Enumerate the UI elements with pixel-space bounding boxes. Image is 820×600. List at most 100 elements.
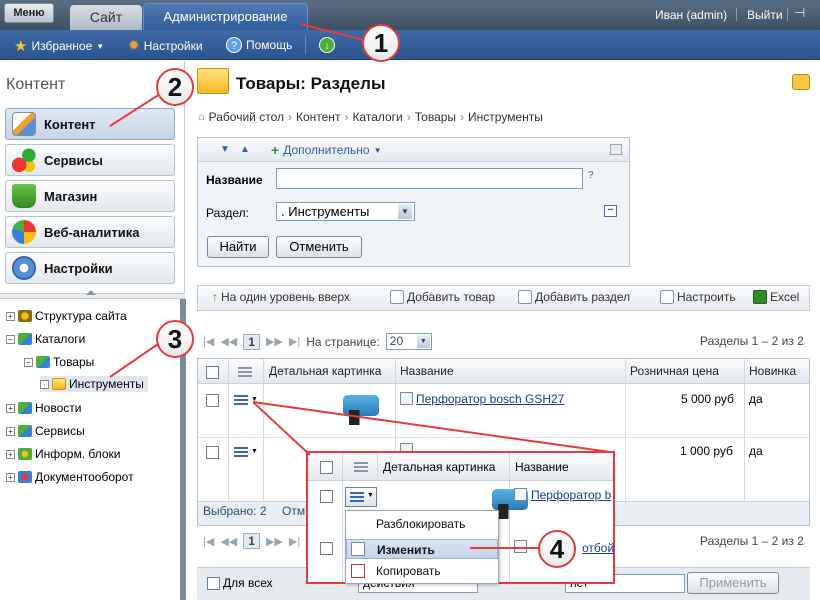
breadcrumb-item[interactable]: Контент — [296, 110, 340, 124]
tab-site[interactable]: Сайт — [70, 5, 142, 30]
next-page-icon[interactable]: ▶▶ — [266, 535, 283, 548]
tree-item[interactable]: + Документооборот — [6, 470, 134, 484]
row-checkbox[interactable] — [206, 446, 219, 459]
chevron-down-icon[interactable]: ▼ — [251, 396, 258, 403]
settings-button[interactable]: ✹ Настройки — [128, 37, 203, 54]
prev-page-icon[interactable]: ◀◀ — [220, 335, 237, 348]
prev-page-icon[interactable]: ◀◀ — [220, 535, 237, 548]
per-page-select[interactable]: 20 ▼ — [385, 333, 432, 350]
link-icon[interactable] — [792, 74, 810, 90]
last-page-icon[interactable]: ▶| — [289, 335, 300, 348]
sidebar-item-shop[interactable]: Магазин — [5, 180, 175, 212]
menu-item-label: Изменить — [377, 543, 435, 557]
section-select[interactable]: . Инструменты ▼ — [276, 202, 415, 221]
row-actions-button[interactable]: ▼ — [345, 487, 377, 507]
tree-item[interactable]: + Информ. блоки — [6, 447, 121, 461]
expand-icon[interactable]: + — [6, 426, 15, 436]
row-actions-icon[interactable] — [234, 395, 248, 406]
row-name-link[interactable]: Перфоратор bosch GSH27 — [416, 392, 564, 406]
help-mark[interactable]: ? — [588, 170, 594, 181]
column-header-price[interactable]: Розничная цена — [630, 364, 719, 378]
select-all-checkbox[interactable] — [320, 461, 333, 474]
sidebar-item-content[interactable]: Контент — [5, 108, 175, 140]
expand-icon[interactable]: + — [6, 311, 15, 321]
move-down-icon[interactable]: ▼ — [220, 144, 230, 155]
separator — [736, 8, 737, 21]
sidebar-item-label: Контент — [44, 116, 96, 132]
sidebar-item-services[interactable]: Сервисы — [5, 144, 175, 176]
breadcrumb-item[interactable]: Каталоги — [352, 110, 402, 124]
favorites-menu[interactable]: ★ Избранное ▼ — [14, 37, 104, 55]
column-header-name[interactable]: Название — [515, 460, 569, 474]
tree-item[interactable]: + Сервисы — [6, 424, 85, 438]
breadcrumb-item[interactable]: Рабочий стол — [209, 110, 284, 124]
chevron-down-icon[interactable]: ▼ — [251, 448, 258, 455]
level-up-button[interactable]: ↑ На один уровень вверх — [212, 290, 350, 304]
user-name[interactable]: Иван (admin) — [655, 8, 727, 22]
add-section-label: Добавить раздел — [535, 290, 631, 304]
move-up-icon[interactable]: ▲ — [240, 144, 250, 155]
configure-button[interactable]: Настроить — [660, 290, 736, 304]
pin-icon[interactable]: ⊣ — [794, 5, 805, 21]
tab-administration[interactable]: Администрирование — [143, 3, 308, 30]
drill-image[interactable] — [340, 392, 382, 425]
collapse-arrow-icon[interactable] — [86, 290, 96, 295]
sidebar-item-settings[interactable]: Настройки — [5, 252, 175, 284]
breadcrumb-separator: › — [406, 110, 411, 124]
row-name-link[interactable]: отбой — [582, 541, 614, 555]
row-actions-icon[interactable] — [234, 447, 248, 458]
breadcrumb-item[interactable]: Товары — [415, 110, 456, 124]
sidebar-item-web-analytics[interactable]: Веб-аналитика — [5, 216, 175, 248]
tree-item[interactable]: + Структура сайта — [6, 309, 127, 323]
row-checkbox[interactable] — [320, 490, 333, 503]
name-input[interactable] — [276, 168, 583, 189]
collapse-icon[interactable]: − — [24, 357, 33, 367]
menu-button[interactable]: Меню — [4, 3, 54, 23]
logout-link[interactable]: Выйти — [747, 8, 783, 22]
menu-item-unlock[interactable]: Разблокировать — [346, 514, 498, 534]
filter-extra-menu[interactable]: + Дополнительно ▼ — [271, 142, 381, 158]
tree-item[interactable]: − Товары — [24, 355, 94, 369]
current-page[interactable]: 1 — [243, 533, 260, 549]
row-checkbox[interactable] — [320, 542, 333, 555]
cancel-button[interactable]: Отменить — [276, 236, 362, 258]
current-page[interactable]: 1 — [243, 333, 260, 350]
select-all-link[interactable]: Отм — [282, 504, 305, 518]
tree-item-label: Товары — [53, 355, 95, 369]
row-name-link[interactable]: Перфоратор b — [531, 488, 611, 502]
tree-item[interactable]: + Новости — [6, 401, 81, 415]
filter-extra-label: Дополнительно — [283, 143, 370, 157]
find-button[interactable]: Найти — [207, 236, 269, 258]
breadcrumb-item[interactable]: Инструменты — [468, 110, 543, 124]
column-header-name[interactable]: Название — [400, 364, 454, 378]
tree-item[interactable]: − Каталоги — [6, 332, 85, 346]
column-header-picture[interactable]: Детальная картинка — [383, 460, 495, 474]
menu-item-copy[interactable]: Копировать — [346, 561, 498, 581]
last-page-icon[interactable]: ▶| — [289, 535, 300, 548]
excel-button[interactable]: Excel — [753, 290, 799, 304]
first-page-icon[interactable]: |◀ — [203, 535, 214, 548]
expand-icon[interactable]: + — [6, 403, 15, 413]
row-new: да — [749, 392, 763, 406]
section-icon — [514, 540, 527, 553]
first-page-icon[interactable]: |◀ — [203, 335, 214, 348]
apply-button[interactable]: Применить — [687, 572, 779, 594]
tree-item-selected[interactable]: · Инструменты — [40, 376, 148, 392]
sidebar-item-label: Настройки — [44, 260, 113, 276]
collapse-icon[interactable]: − — [6, 334, 15, 344]
menu-item-edit[interactable]: Изменить — [346, 539, 498, 559]
row-checkbox[interactable] — [206, 394, 219, 407]
column-header-new[interactable]: Новинка — [749, 364, 796, 378]
for-all-checkbox[interactable] — [207, 577, 220, 590]
help-button[interactable]: ? Помощь — [226, 37, 292, 53]
add-item-button[interactable]: Добавить товар — [390, 290, 495, 304]
next-page-icon[interactable]: ▶▶ — [266, 335, 283, 348]
add-section-button[interactable]: Добавить раздел — [518, 290, 630, 304]
minimize-icon[interactable] — [610, 144, 622, 155]
expand-icon[interactable]: + — [6, 449, 15, 459]
column-header-picture[interactable]: Детальная картинка — [269, 364, 381, 378]
update-icon[interactable]: ↓ — [319, 37, 335, 53]
remove-condition-icon[interactable]: − — [604, 205, 617, 217]
expand-icon[interactable]: + — [6, 472, 15, 482]
select-all-checkbox[interactable] — [206, 366, 219, 379]
